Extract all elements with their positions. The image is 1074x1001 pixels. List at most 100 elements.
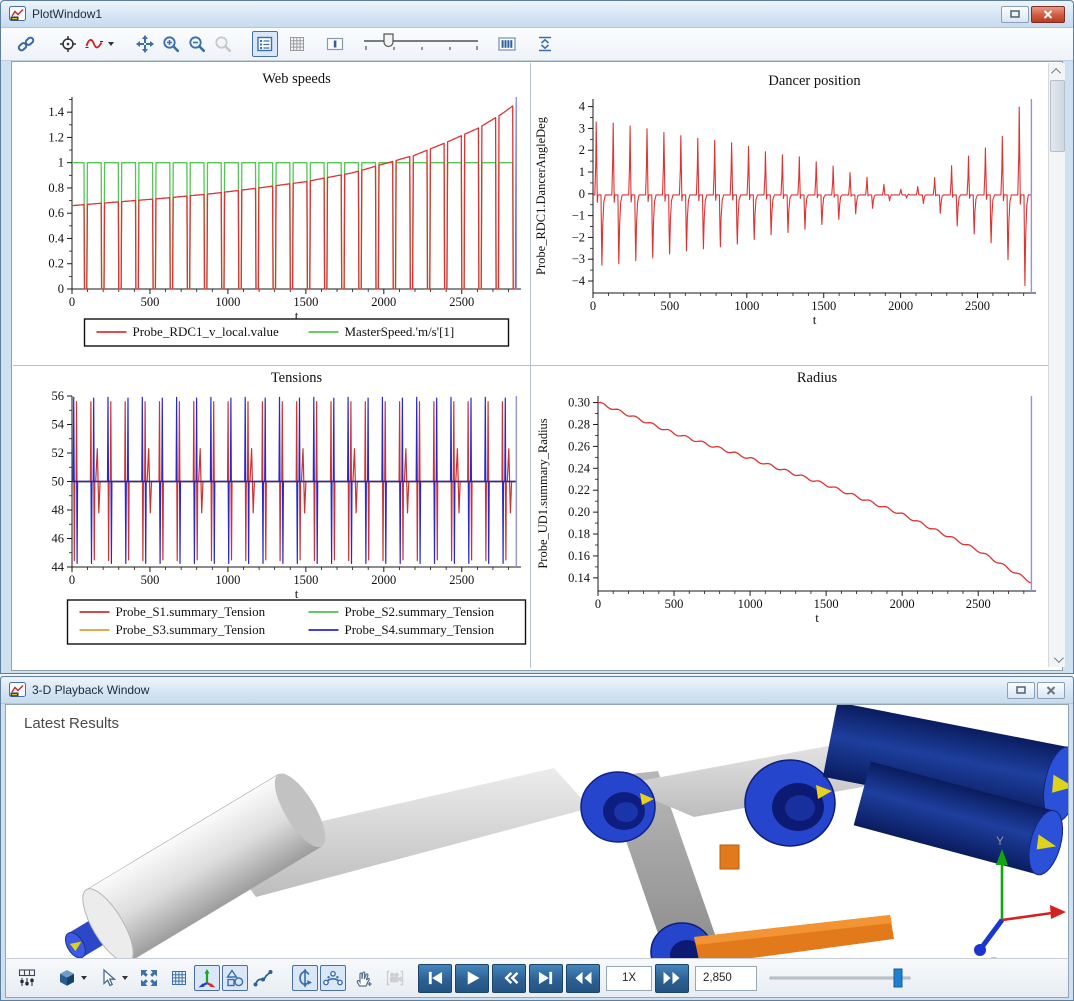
restore-button[interactable] — [1007, 682, 1035, 699]
chart-web-speeds[interactable]: Web speeds0500100015002000250000.20.40.6… — [13, 63, 530, 365]
fit-view-icon[interactable] — [136, 965, 162, 991]
pan-icon[interactable] — [132, 31, 158, 57]
chart-svg-tensions: Tensions05001000150020002500444648505254… — [13, 366, 530, 668]
svg-text:−1: −1 — [572, 209, 585, 223]
svg-text:−2: −2 — [572, 230, 585, 244]
svg-text:1500: 1500 — [293, 573, 318, 587]
legend-entry: Probe_S1.summary_Tension — [116, 604, 266, 619]
close-button[interactable] — [1037, 682, 1065, 699]
probe-cursor-icon[interactable] — [322, 31, 348, 57]
playback-window-titlebar[interactable]: 3-D Playback Window — [1, 677, 1073, 704]
pan-hand-icon[interactable] — [350, 965, 376, 991]
svg-text:0: 0 — [69, 573, 75, 587]
x-axis-label: t — [815, 610, 819, 625]
record-movie-icon — [382, 965, 408, 991]
link-icon[interactable] — [13, 31, 39, 57]
y-axis-label: Probe_RDC1.DancerAngleDeg — [534, 116, 548, 275]
time-field[interactable]: 2,850 — [695, 966, 757, 991]
dropdown-caret-icon[interactable] — [81, 976, 87, 980]
scroll-up-arrow[interactable] — [1049, 63, 1065, 79]
slower-button[interactable] — [566, 964, 600, 993]
legend-entry: Probe_RDC1_v_local.value — [133, 324, 279, 339]
shapes-icon[interactable] — [222, 965, 248, 991]
grid-toggle-icon[interactable] — [284, 31, 310, 57]
svg-text:2500: 2500 — [449, 295, 474, 309]
charts-grid: Web speeds0500100015002000250000.20.40.6… — [13, 63, 1048, 668]
x-axis-label: t — [295, 586, 299, 601]
close-button[interactable] — [1031, 6, 1065, 23]
faster-button[interactable] — [655, 964, 689, 993]
triad-icon[interactable] — [194, 965, 220, 991]
svg-text:0.4: 0.4 — [48, 231, 64, 245]
svg-text:52: 52 — [52, 446, 65, 460]
chart-title: Radius — [797, 370, 838, 386]
svg-text:54: 54 — [52, 418, 65, 432]
svg-text:1000: 1000 — [215, 573, 240, 587]
cube-icon[interactable] — [54, 965, 80, 991]
fit-vertical-icon[interactable] — [532, 31, 558, 57]
svg-text:1.4: 1.4 — [48, 105, 64, 119]
chart-tensions[interactable]: Tensions05001000150020002500444648505254… — [13, 366, 530, 668]
svg-text:2000: 2000 — [888, 299, 913, 313]
zoom-in-icon[interactable] — [158, 31, 184, 57]
svg-text:0.18: 0.18 — [568, 527, 590, 541]
unwind-roll — [47, 767, 335, 958]
point-probe-icon[interactable] — [55, 31, 81, 57]
zoom-out-icon[interactable] — [184, 31, 210, 57]
legend-entry: Probe_S4.summary_Tension — [345, 622, 495, 637]
grid3d-icon[interactable] — [166, 965, 192, 991]
playback-time-slider[interactable] — [766, 964, 916, 992]
spin-icon[interactable] — [292, 965, 318, 991]
chart-radius[interactable]: Radius050010001500200025000.140.160.180.… — [531, 366, 1048, 668]
maplesim-app-icon — [9, 682, 27, 698]
scroll-thumb[interactable] — [1050, 80, 1065, 152]
play-button[interactable] — [455, 964, 489, 993]
select-arrow-icon[interactable] — [95, 965, 121, 991]
playback-params-icon[interactable] — [14, 965, 40, 991]
svg-text:1.2: 1.2 — [48, 130, 64, 144]
desktop: PlotWindow1 Web speeds050010001500200025… — [0, 0, 1074, 1001]
svg-text:0.24: 0.24 — [568, 461, 591, 475]
trace-icon[interactable] — [250, 965, 276, 991]
playback-viewport[interactable]: Latest Results — [5, 704, 1069, 958]
svg-text:0.28: 0.28 — [568, 417, 590, 431]
svg-text:1500: 1500 — [811, 299, 836, 313]
svg-text:2000: 2000 — [371, 295, 396, 309]
playback-window-title: 3-D Playback Window — [32, 683, 1007, 697]
curve-style-icon[interactable] — [81, 31, 107, 57]
skip-start-button[interactable] — [418, 964, 452, 993]
x-axis-label: t — [813, 312, 817, 327]
svg-text:0: 0 — [58, 282, 64, 296]
vertical-scrollbar[interactable] — [1048, 63, 1065, 667]
maplesim-app-icon — [9, 6, 27, 22]
skip-end-button[interactable] — [529, 964, 563, 993]
svg-text:0.14: 0.14 — [568, 571, 591, 585]
svg-text:1: 1 — [58, 156, 64, 170]
svg-text:0.30: 0.30 — [568, 396, 590, 410]
chart-title: Tensions — [271, 370, 323, 386]
dropdown-caret-icon[interactable] — [108, 42, 114, 46]
cursor-values-icon[interactable] — [494, 31, 520, 57]
legend-toggle-icon[interactable] — [252, 31, 278, 57]
speed-display: 1X — [606, 966, 652, 991]
chart-svg-web-speeds: Web speeds0500100015002000250000.20.40.6… — [13, 63, 530, 365]
play-back-button[interactable] — [492, 964, 526, 993]
3d-scene: Y X Z — [6, 705, 1069, 958]
legend-entry: MasterSpeed.'m/s'[1] — [345, 324, 455, 339]
svg-text:3: 3 — [579, 121, 585, 135]
restore-button[interactable] — [1001, 6, 1029, 23]
svg-text:50: 50 — [52, 475, 65, 489]
plot-toolbar — [1, 28, 1073, 61]
scroll-down-arrow[interactable] — [1049, 651, 1065, 667]
dropdown-caret-icon[interactable] — [122, 976, 128, 980]
svg-text:500: 500 — [141, 573, 160, 587]
probe-time-slider[interactable] — [358, 32, 484, 56]
plot-window-titlebar[interactable]: PlotWindow1 — [1, 1, 1073, 28]
chart-title: Web speeds — [262, 71, 331, 87]
orbit-icon[interactable] — [320, 965, 346, 991]
svg-text:2500: 2500 — [965, 299, 990, 313]
svg-text:1000: 1000 — [734, 299, 759, 313]
plot-window-buttons — [1001, 6, 1065, 23]
svg-text:0: 0 — [595, 597, 601, 611]
chart-dancer-position[interactable]: Dancer position05001000150020002500−4−3−… — [531, 63, 1048, 365]
